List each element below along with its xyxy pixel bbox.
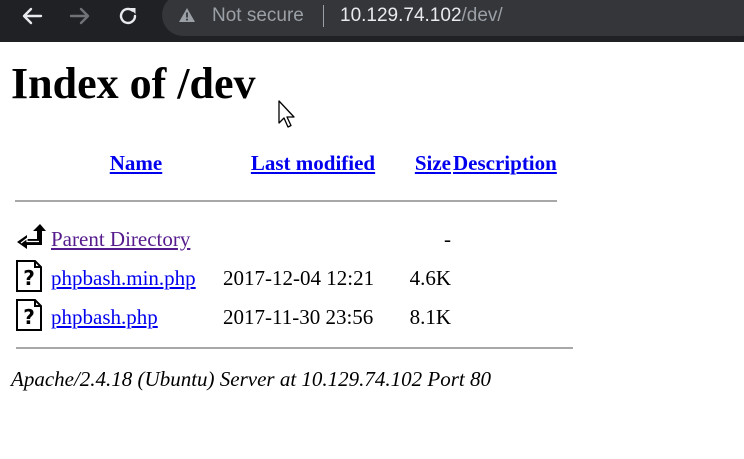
- parent-directory-icon: [17, 223, 46, 249]
- description-cell: [453, 259, 557, 298]
- reload-button[interactable]: [110, 0, 146, 32]
- svg-text:?: ?: [23, 266, 35, 290]
- file-link-phpbash-min[interactable]: phpbash.min.php: [51, 266, 196, 290]
- name-cell: phpbash.min.php: [51, 259, 221, 298]
- url-host: 10.129.74.102: [340, 5, 462, 26]
- last-modified-cell: 2017-12-04 12:21: [223, 266, 375, 290]
- parent-directory-link[interactable]: Parent Directory: [51, 227, 190, 251]
- last-modified-cell: 2017-11-30 23:56: [223, 305, 374, 329]
- size-cell: 8.1K: [409, 305, 451, 329]
- page-title: Index of /dev: [11, 59, 256, 108]
- forward-button[interactable]: [62, 0, 98, 32]
- address-separator: [323, 5, 324, 27]
- unknown-file-icon: ?: [16, 259, 42, 292]
- browser-toolbar: Not secure 10.129.74.102/dev/: [0, 0, 744, 42]
- not-secure-label[interactable]: Not secure: [212, 4, 304, 28]
- svg-text:?: ?: [23, 305, 35, 329]
- header-divider-row: [15, 181, 557, 220]
- sort-by-description-link[interactable]: Description: [453, 151, 557, 175]
- description-cell: [453, 298, 557, 337]
- last-modified-column-header: Last modified: [223, 145, 403, 181]
- file-link-phpbash[interactable]: phpbash.php: [51, 305, 158, 329]
- icon-cell: ?: [15, 259, 49, 298]
- table-row: ? phpbash.min.php 2017-12-04 12:21 4.6K: [15, 259, 557, 298]
- mouse-pointer-icon: [278, 100, 295, 128]
- size-cell: -: [444, 227, 451, 251]
- footer-horizontal-rule: [16, 347, 573, 349]
- forward-arrow-icon: [69, 7, 90, 25]
- table-row: Parent Directory -: [15, 220, 557, 259]
- sort-by-last-modified-link[interactable]: Last modified: [251, 151, 375, 175]
- name-cell: phpbash.php: [51, 298, 221, 337]
- name-column-header: Name: [51, 145, 221, 181]
- directory-listing-table: Name Last modified Size Description Pare…: [13, 145, 559, 337]
- icon-cell: ?: [15, 298, 49, 337]
- horizontal-rule: [15, 199, 557, 202]
- server-signature: Apache/2.4.18 (Ubuntu) Server at 10.129.…: [11, 367, 492, 391]
- table-row: ? phpbash.php 2017-11-30 23:56 8.1K: [15, 298, 557, 337]
- table-header-row: Name Last modified Size Description: [15, 145, 557, 181]
- size-column-header: Size: [405, 145, 451, 181]
- url-text[interactable]: 10.129.74.102/dev/: [340, 4, 503, 28]
- unknown-file-icon: ?: [16, 298, 42, 331]
- description-column-header: Description: [453, 145, 557, 181]
- back-arrow-icon: [22, 7, 43, 25]
- icon-cell: [15, 220, 49, 259]
- size-cell: 4.6K: [409, 266, 451, 290]
- warning-triangle-icon[interactable]: [178, 7, 196, 23]
- sort-by-size-link[interactable]: Size: [415, 151, 451, 175]
- icon-column-header: [15, 145, 49, 181]
- last-modified-cell: [223, 220, 403, 259]
- name-cell: Parent Directory: [51, 220, 221, 259]
- sort-by-name-link[interactable]: Name: [110, 151, 162, 175]
- back-button[interactable]: [14, 0, 50, 32]
- description-cell: [453, 220, 557, 259]
- url-path: /dev/: [461, 5, 503, 26]
- reload-icon: [119, 7, 137, 25]
